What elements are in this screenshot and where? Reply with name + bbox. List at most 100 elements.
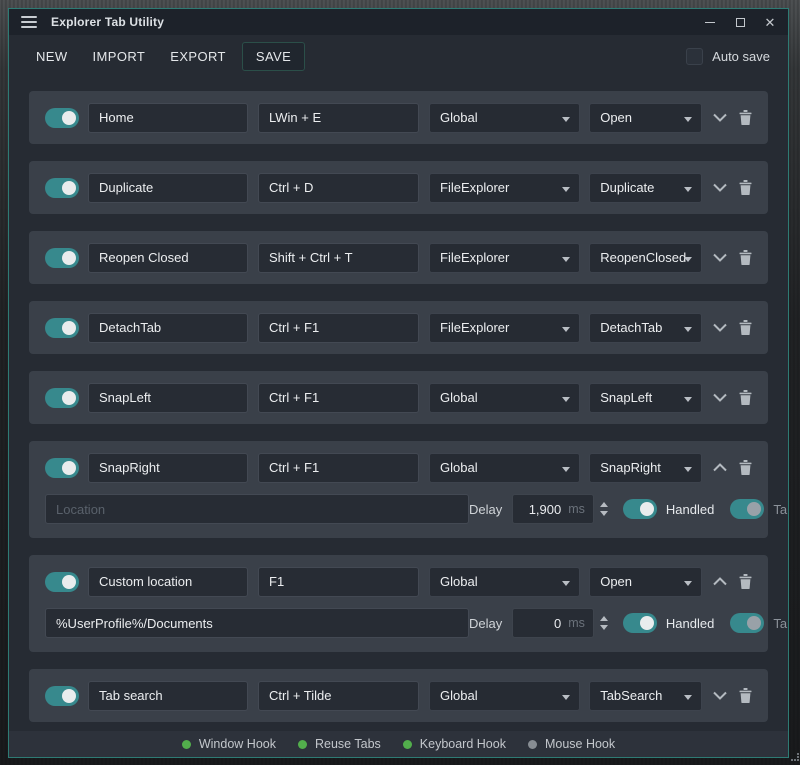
name-input[interactable] [88,243,248,273]
action-dropdown[interactable]: TabSearch [589,681,702,711]
hotkey-row-main: FileExplorer DetachTab [29,301,768,354]
import-button[interactable]: IMPORT [84,43,155,70]
titlebar: Explorer Tab Utility ✕ [9,9,788,35]
scope-dropdown[interactable]: Global [429,453,580,483]
tab-toggle[interactable] [730,499,764,519]
location-input[interactable] [45,608,469,638]
scope-dropdown[interactable]: FileExplorer [429,243,580,273]
hotkey-input[interactable] [258,103,419,133]
enabled-toggle[interactable] [45,572,79,592]
expand-chevron-icon[interactable] [713,577,727,586]
close-button[interactable]: ✕ [764,16,776,28]
hamburger-menu-icon[interactable] [21,16,37,28]
action-dropdown[interactable]: Duplicate [589,173,702,203]
hotkey-row-main: FileExplorer ReopenClosed [29,231,768,284]
expand-chevron-icon[interactable] [713,393,727,402]
action-dropdown[interactable]: DetachTab [589,313,702,343]
action-value: SnapRight [600,460,661,475]
scope-dropdown[interactable]: Global [429,681,580,711]
delay-input[interactable] [521,616,561,631]
tab-label: Tab [773,616,788,631]
hotkey-row: Global SnapRight Delay ms [29,441,768,538]
hotkey-input[interactable] [258,681,419,711]
hotkey-row-details: Delay ms Handled Tab [29,608,768,652]
scope-value: Global [440,574,478,589]
maximize-button[interactable] [734,16,746,28]
name-input[interactable] [88,103,248,133]
enabled-toggle[interactable] [45,388,79,408]
spin-up-icon[interactable] [600,616,608,621]
trash-icon[interactable] [739,110,752,125]
location-input[interactable] [45,494,469,524]
scope-value: Global [440,688,478,703]
handled-toggle[interactable] [623,499,657,519]
toggle-knob [62,689,76,703]
scope-dropdown[interactable]: FileExplorer [429,313,580,343]
name-input[interactable] [88,453,248,483]
expand-chevron-icon[interactable] [713,323,727,332]
scope-dropdown[interactable]: Global [429,103,580,133]
name-input[interactable] [88,681,248,711]
expand-chevron-icon[interactable] [713,691,727,700]
hotkey-input[interactable] [258,383,419,413]
enabled-toggle[interactable] [45,458,79,478]
hotkey-row: Global Open Delay ms [29,555,768,652]
handled-toggle[interactable] [623,613,657,633]
trash-icon[interactable] [739,574,752,589]
hotkey-row-main: Global Open [29,91,768,144]
expand-chevron-icon[interactable] [713,463,727,472]
status-dot-icon [528,740,537,749]
enabled-toggle[interactable] [45,178,79,198]
scope-dropdown[interactable]: FileExplorer [429,173,580,203]
status-label: Keyboard Hook [420,737,506,751]
name-input[interactable] [88,313,248,343]
delay-input[interactable] [521,502,561,517]
status-label: Reuse Tabs [315,737,381,751]
action-dropdown[interactable]: Open [589,567,702,597]
hotkey-input[interactable] [258,173,419,203]
export-button[interactable]: EXPORT [161,43,235,70]
new-button[interactable]: NEW [27,43,77,70]
hotkey-input[interactable] [258,313,419,343]
action-dropdown[interactable]: SnapRight [589,453,702,483]
hotkey-input[interactable] [258,567,419,597]
expand-chevron-icon[interactable] [713,113,727,122]
trash-icon[interactable] [739,688,752,703]
action-dropdown[interactable]: Open [589,103,702,133]
menubar: NEW IMPORT EXPORT SAVE Auto save [9,35,788,77]
trash-icon[interactable] [739,390,752,405]
scope-dropdown[interactable]: Global [429,383,580,413]
save-button[interactable]: SAVE [242,42,305,71]
spin-down-icon[interactable] [600,625,608,630]
enabled-toggle[interactable] [45,686,79,706]
name-input[interactable] [88,567,248,597]
trash-icon[interactable] [739,320,752,335]
scope-dropdown[interactable]: Global [429,567,580,597]
caret-down-icon [684,467,692,472]
enabled-toggle[interactable] [45,108,79,128]
trash-icon[interactable] [739,180,752,195]
hotkey-row-main: Global TabSearch [29,669,768,722]
trash-icon[interactable] [739,250,752,265]
caret-down-icon [684,327,692,332]
tab-toggle[interactable] [730,613,764,633]
resize-grip-icon[interactable] [791,753,799,761]
spin-down-icon[interactable] [600,511,608,516]
expand-chevron-icon[interactable] [713,183,727,192]
trash-icon[interactable] [739,460,752,475]
minimize-button[interactable] [704,16,716,28]
autosave-checkbox[interactable] [686,48,703,65]
name-input[interactable] [88,173,248,203]
expand-chevron-icon[interactable] [713,253,727,262]
spin-up-icon[interactable] [600,502,608,507]
enabled-toggle[interactable] [45,318,79,338]
action-dropdown[interactable]: SnapLeft [589,383,702,413]
spinner-arrows [600,502,608,516]
enabled-toggle[interactable] [45,248,79,268]
hotkey-input[interactable] [258,243,419,273]
action-dropdown[interactable]: ReopenClosed [589,243,702,273]
hotkey-input[interactable] [258,453,419,483]
name-input[interactable] [88,383,248,413]
hotkey-row-main: FileExplorer Duplicate [29,161,768,214]
caret-down-icon [684,257,692,262]
